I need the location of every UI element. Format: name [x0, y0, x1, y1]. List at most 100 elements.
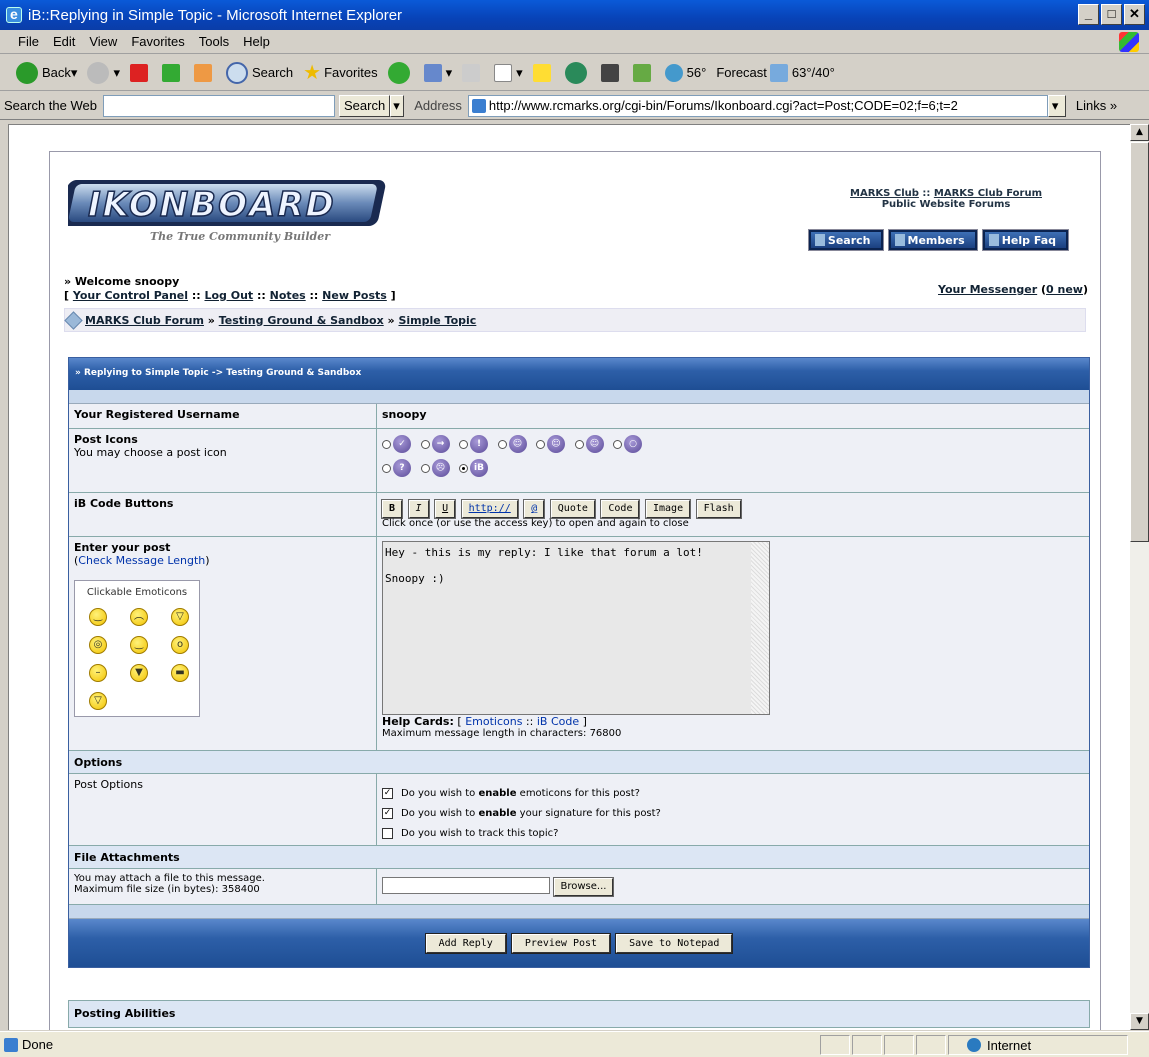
arrow-icon: → [431, 435, 450, 453]
track-checkbox[interactable] [382, 827, 393, 839]
post-icon-radio-9[interactable] [420, 463, 430, 473]
notes-button[interactable] [532, 63, 555, 82]
post-icon-radio-5[interactable] [536, 439, 545, 449]
menu-favorites[interactable]: Favorites [131, 34, 184, 49]
stop-button[interactable] [129, 63, 152, 82]
post-icon-radio-8[interactable] [382, 463, 391, 473]
url-button[interactable]: http:// [460, 499, 519, 519]
menu-edit[interactable]: Edit [53, 34, 75, 49]
post-icon-radio-4[interactable] [497, 439, 507, 449]
weather-button[interactable]: 56° [664, 63, 706, 82]
help-emoticons-link[interactable]: Emoticons [465, 715, 522, 728]
check-length-link[interactable]: Check Message Length [78, 554, 205, 567]
italic-button[interactable]: I [407, 499, 430, 519]
scroll-up-button[interactable]: ▲ [1130, 124, 1149, 141]
logout-link[interactable]: Log Out [204, 289, 253, 302]
post-label: Enter your post [74, 541, 171, 554]
scroll-thumb[interactable] [1130, 142, 1149, 542]
bold-button[interactable]: B [380, 499, 404, 519]
club-forum-link[interactable]: MARKS Club Forum [934, 188, 1042, 199]
signature-checkbox[interactable]: ✓ [382, 807, 393, 819]
code-button[interactable]: Code [600, 499, 641, 519]
extra-button-1[interactable] [564, 61, 591, 84]
browse-button[interactable]: Browse... [552, 876, 615, 897]
dry-emoticon[interactable]: – [89, 664, 107, 682]
post-icon-radio-10[interactable] [459, 463, 468, 473]
help-ibcode-link[interactable]: iB Code [537, 715, 579, 728]
tongue-emoticon[interactable]: ▽ [89, 692, 107, 710]
option-signature[interactable]: ✓ Do you wish to enable your signature fo… [382, 804, 1084, 824]
minimize-button[interactable]: _ [1078, 4, 1099, 25]
add-reply-button[interactable]: Add Reply [424, 932, 507, 954]
forecast-button[interactable]: Forecast 63°/40° [716, 63, 835, 82]
search-nav-button[interactable]: Search [807, 229, 884, 251]
post-icon-radio-2[interactable] [420, 439, 430, 449]
print-button[interactable] [462, 63, 484, 82]
crazy-emoticon[interactable]: ◎ [89, 636, 107, 654]
menu-help[interactable]: Help [243, 34, 270, 49]
menu-view[interactable]: View [89, 34, 117, 49]
menu-tools[interactable]: Tools [199, 34, 229, 49]
flash-button[interactable]: Flash [695, 499, 742, 519]
page-scrollbar[interactable]: ▲ ▼ [1130, 124, 1149, 1030]
search-web-button[interactable]: Search [338, 94, 391, 117]
underline-button[interactable]: U [434, 499, 457, 519]
breadcrumb-topic[interactable]: Simple Topic [398, 314, 476, 327]
post-icon-radio-6[interactable] [574, 439, 584, 449]
laugh-emoticon[interactable]: ▽ [171, 608, 189, 626]
members-nav-button[interactable]: Members [887, 229, 978, 251]
ie-icon [6, 6, 22, 23]
huh-emoticon[interactable]: o [171, 636, 189, 654]
messenger-count-link[interactable]: 0 new [1046, 283, 1083, 296]
control-panel-link[interactable]: Your Control Panel [73, 289, 188, 302]
cool-emoticon[interactable]: ▬ [171, 664, 189, 682]
home-button[interactable] [193, 63, 216, 82]
address-input[interactable]: http://www.rcmarks.org/cgi-bin/Forums/Ik… [467, 94, 1048, 117]
option-emoticons[interactable]: ✓ Do you wish to enable emoticons for thi… [382, 784, 1084, 804]
extra-button-3[interactable] [632, 63, 655, 82]
quote-button[interactable]: Quote [549, 499, 596, 519]
emoticons-checkbox[interactable]: ✓ [382, 787, 393, 799]
maximize-button[interactable]: □ [1101, 4, 1122, 25]
address-dropdown[interactable]: ▾ [1047, 94, 1066, 117]
search-toolbar-button[interactable]: Search [225, 61, 293, 84]
close-button[interactable]: ✕ [1124, 4, 1145, 25]
scroll-down-button[interactable]: ▼ [1130, 1013, 1149, 1030]
menu-file[interactable]: File [18, 34, 39, 49]
history-button[interactable] [387, 61, 414, 84]
sad-emoticon[interactable]: ︵ [130, 608, 148, 626]
angry-emoticon[interactable]: ▼ [130, 664, 148, 682]
new-posts-link[interactable]: New Posts [322, 289, 387, 302]
post-icon-radio-7[interactable] [613, 439, 622, 449]
search-dropdown[interactable]: ▾ [390, 94, 405, 117]
wink-emoticon[interactable]: ‿ [130, 636, 148, 654]
notes-link[interactable]: Notes [270, 289, 306, 302]
preview-post-button[interactable]: Preview Post [510, 932, 612, 954]
back-button[interactable]: Back ▾ [16, 61, 77, 84]
breadcrumb-category[interactable]: Testing Ground & Sandbox [219, 314, 384, 327]
messenger-link[interactable]: Your Messenger [938, 283, 1037, 296]
image-button[interactable]: Image [644, 499, 692, 519]
save-notepad-button[interactable]: Save to Notepad [615, 932, 734, 954]
breadcrumb-forum[interactable]: MARKS Club Forum [85, 314, 204, 327]
ibcode-label: iB Code Buttons [69, 493, 377, 536]
search-web-input[interactable] [102, 94, 335, 117]
post-icon-radio-1[interactable] [382, 439, 391, 449]
file-input[interactable] [382, 877, 550, 894]
forward-button[interactable]: ▾ [87, 61, 120, 84]
post-icon-radio-3[interactable] [459, 439, 468, 449]
option-track[interactable]: Do you wish to track this topic? [382, 824, 1084, 844]
refresh-button[interactable] [161, 63, 184, 82]
post-textarea[interactable]: Hey - this is my reply: I like that foru… [382, 541, 770, 715]
extra-button-2[interactable] [600, 63, 623, 82]
help-faq-nav-button[interactable]: Help Faq [981, 229, 1070, 251]
favorites-button[interactable]: ★ Favorites [303, 60, 377, 85]
email-button[interactable]: @ [523, 499, 546, 519]
edit-button[interactable]: ▾ [494, 63, 523, 82]
club-link[interactable]: MARKS Club [850, 188, 919, 199]
links-button[interactable]: Links » [1076, 98, 1117, 113]
mail-button[interactable]: ▾ [423, 63, 452, 82]
textarea-scrollbar[interactable] [751, 542, 769, 714]
ibcode-hint: Click once (or use the access key) to op… [382, 518, 689, 529]
smile-emoticon[interactable]: ‿ [89, 608, 107, 626]
